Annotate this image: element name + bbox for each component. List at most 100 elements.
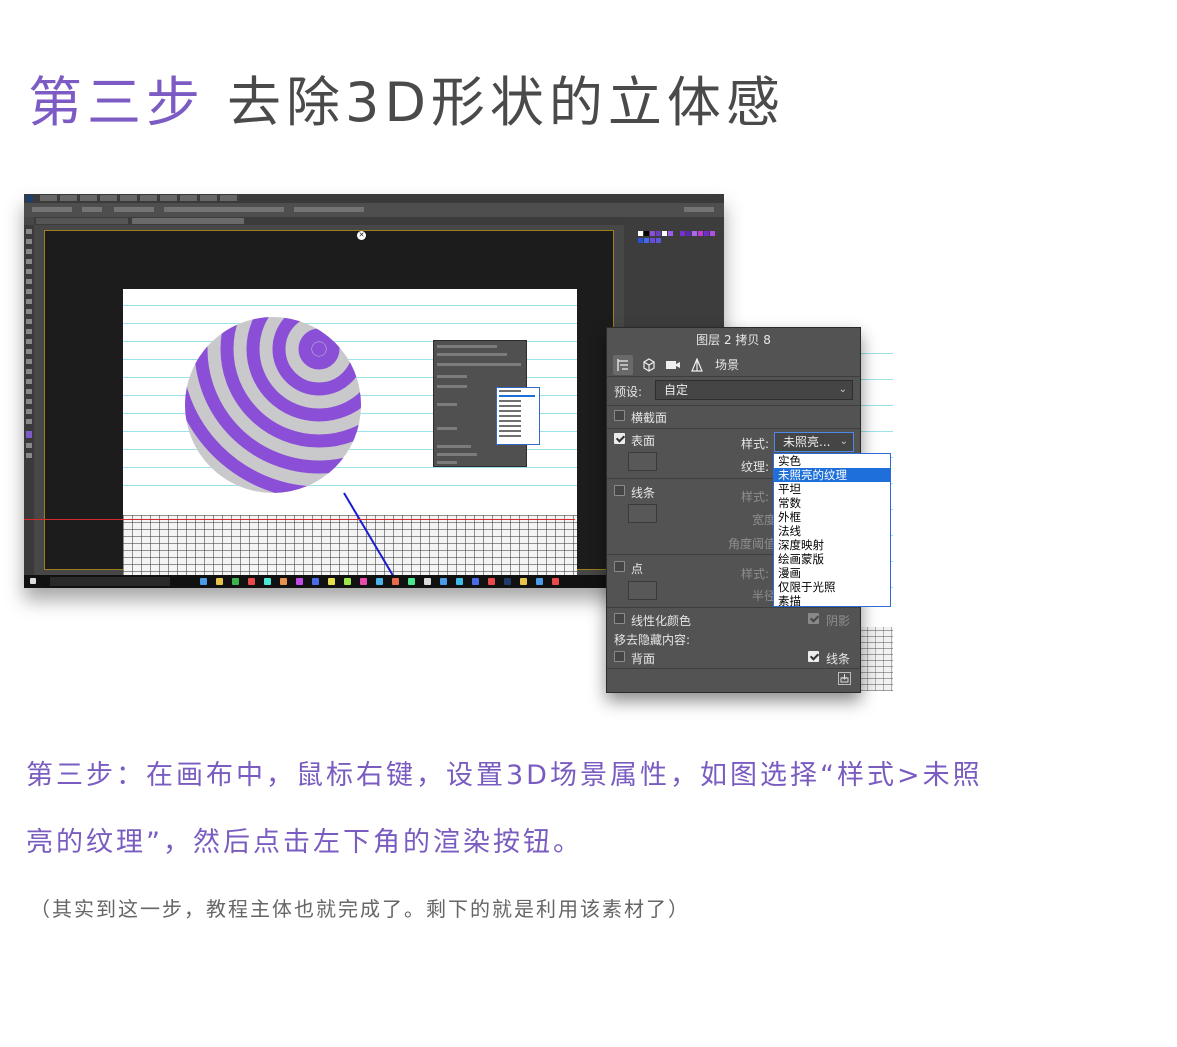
menu-item[interactable]	[140, 195, 157, 201]
blur-tool-icon[interactable]	[26, 349, 32, 354]
swatch[interactable]	[698, 231, 703, 236]
swatch[interactable]	[656, 231, 661, 236]
shadows-checkbox[interactable]	[808, 613, 819, 624]
dropdown-option[interactable]: 法线	[774, 524, 890, 538]
quick-mask-icon[interactable]	[26, 443, 32, 448]
surface-color-swatch[interactable]	[628, 452, 657, 471]
taskbar-photoshop-icon[interactable]	[504, 578, 511, 585]
close-icon[interactable]: ✕	[357, 231, 366, 240]
surface-checkbox[interactable]	[614, 433, 625, 444]
crop-tool-icon[interactable]	[26, 269, 32, 274]
menu-item[interactable]	[220, 195, 237, 201]
gradient-tool-icon[interactable]	[26, 339, 32, 344]
history-brush-tool-icon[interactable]	[26, 319, 32, 324]
options-control[interactable]	[32, 207, 72, 212]
lines-checkbox[interactable]	[614, 485, 625, 496]
taskbar-app-icon[interactable]	[312, 578, 319, 585]
mini-dropdown-option[interactable]	[499, 415, 521, 417]
taskbar-app-icon[interactable]	[488, 578, 495, 585]
surface-style-select[interactable]: 未照亮... ⌄	[774, 432, 854, 452]
windows-start-icon[interactable]	[30, 578, 36, 584]
style-dropdown-list[interactable]: 实色 未照亮的纹理 平坦 常数 外框 法线 深度映射 绘画蒙版 漫画 仅限于光照 素描	[773, 453, 891, 608]
scene-tab-label[interactable]: 场景	[715, 355, 739, 375]
menu-item[interactable]	[60, 195, 77, 201]
taskbar-app-icon[interactable]	[520, 578, 527, 585]
swatch[interactable]	[656, 238, 661, 243]
taskbar-app-icon[interactable]	[392, 578, 399, 585]
options-control[interactable]	[294, 207, 364, 212]
brush-tool-icon[interactable]	[26, 299, 32, 304]
points-color-swatch[interactable]	[628, 581, 657, 600]
swatch[interactable]	[638, 231, 643, 236]
taskbar-app-icon[interactable]	[360, 578, 367, 585]
swatch[interactable]	[680, 231, 685, 236]
move-tool-icon[interactable]	[26, 229, 32, 234]
zoom-tool-icon[interactable]	[26, 419, 32, 424]
document-tab-active[interactable]	[132, 218, 244, 224]
mini-dropdown-option[interactable]	[499, 390, 521, 392]
taskbar-app-icon[interactable]	[376, 578, 383, 585]
swatch[interactable]	[686, 231, 691, 236]
taskbar-app-icon[interactable]	[344, 578, 351, 585]
menu-item[interactable]	[180, 195, 197, 201]
preset-select[interactable]: 自定 ⌄	[655, 380, 853, 400]
taskbar-app-icon[interactable]	[296, 578, 303, 585]
points-checkbox[interactable]	[614, 561, 625, 572]
dropdown-option[interactable]: 平坦	[774, 482, 890, 496]
dropdown-option[interactable]: 常数	[774, 496, 890, 510]
linearize-colors-checkbox[interactable]	[614, 613, 625, 624]
options-control[interactable]	[164, 207, 284, 212]
taskbar-app-icon[interactable]	[408, 578, 415, 585]
foreground-color-icon[interactable]	[26, 431, 32, 438]
swatch[interactable]	[710, 231, 715, 236]
swatch[interactable]	[674, 231, 679, 236]
swatch[interactable]	[650, 238, 655, 243]
swatch[interactable]	[644, 231, 649, 236]
swatch[interactable]	[638, 238, 643, 243]
taskbar-app-icon[interactable]	[472, 578, 479, 585]
dodge-tool-icon[interactable]	[26, 359, 32, 364]
mini-dropdown-option[interactable]	[499, 420, 521, 422]
mini-dropdown-option[interactable]	[499, 405, 521, 407]
camera-tab-icon[interactable]	[663, 355, 683, 375]
taskbar-app-icon[interactable]	[232, 578, 239, 585]
taskbar-app-icon[interactable]	[216, 578, 223, 585]
dropdown-option[interactable]: 绘画蒙版	[774, 552, 890, 566]
shape-tool-icon[interactable]	[26, 399, 32, 404]
taskbar-app-icon[interactable]	[200, 578, 207, 585]
swatch[interactable]	[692, 231, 697, 236]
dropdown-option[interactable]: 素描	[774, 594, 890, 608]
backfaces-checkbox[interactable]	[614, 651, 625, 662]
taskbar-app-icon[interactable]	[552, 578, 559, 585]
dropdown-option[interactable]: 外框	[774, 510, 890, 524]
options-control[interactable]	[114, 207, 154, 212]
taskbar-app-icon[interactable]	[248, 578, 255, 585]
menu-item[interactable]	[120, 195, 137, 201]
mesh-tab-icon[interactable]	[639, 355, 659, 375]
taskbar-app-icon[interactable]	[328, 578, 335, 585]
taskbar-app-icon[interactable]	[536, 578, 543, 585]
swatch[interactable]	[668, 231, 673, 236]
dropdown-option[interactable]: 漫画	[774, 566, 890, 580]
taskbar-app-icon[interactable]	[264, 578, 271, 585]
dropdown-option[interactable]: 深度映射	[774, 538, 890, 552]
options-control[interactable]	[82, 207, 102, 212]
menu-item[interactable]	[160, 195, 177, 201]
healing-tool-icon[interactable]	[26, 289, 32, 294]
swatch[interactable]	[650, 231, 655, 236]
type-tool-icon[interactable]	[26, 379, 32, 384]
options-control[interactable]	[684, 207, 714, 212]
taskbar-app-icon[interactable]	[424, 578, 431, 585]
taskbar-search-input[interactable]	[50, 577, 170, 586]
screen-mode-icon[interactable]	[26, 453, 32, 458]
mini-dropdown-option[interactable]	[499, 410, 521, 412]
menu-item[interactable]	[80, 195, 97, 201]
scene-tab-icon[interactable]	[613, 355, 633, 375]
swatch[interactable]	[644, 238, 649, 243]
path-selection-tool-icon[interactable]	[26, 389, 32, 394]
hidden-lines-checkbox[interactable]	[808, 651, 819, 662]
magic-wand-tool-icon[interactable]	[26, 259, 32, 264]
document-tab[interactable]	[36, 218, 128, 224]
mini-style-dropdown[interactable]	[496, 387, 540, 445]
pen-tool-icon[interactable]	[26, 369, 32, 374]
